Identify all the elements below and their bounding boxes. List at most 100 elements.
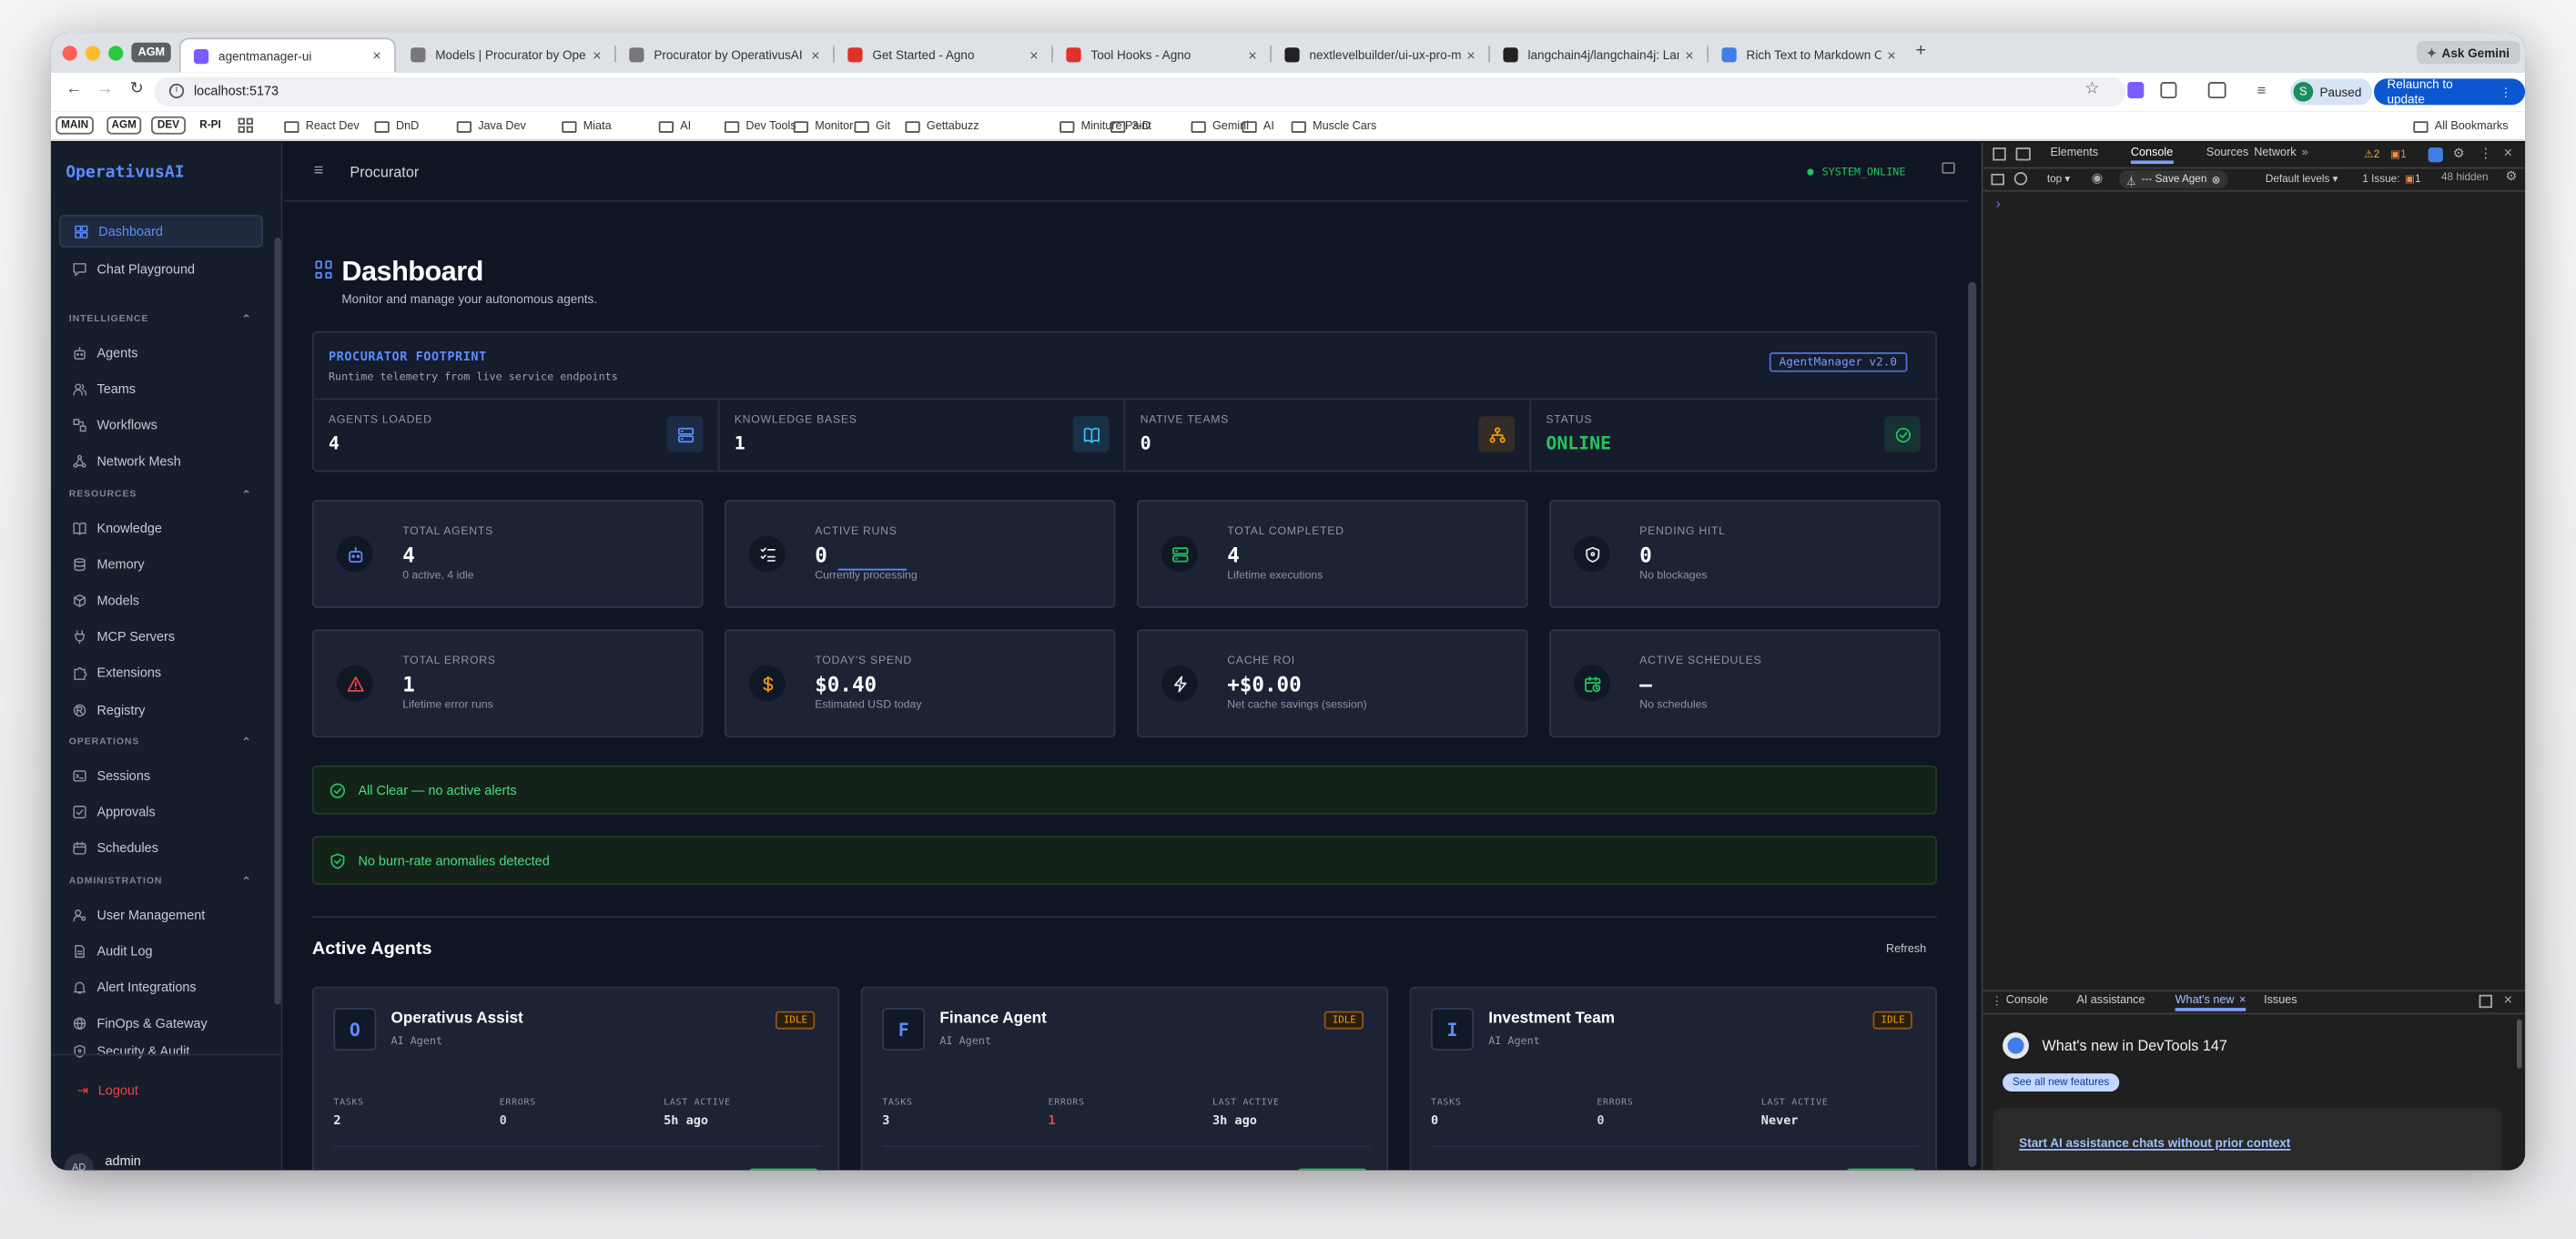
tab-close-icon[interactable]: × [811, 46, 820, 63]
bookmark-chip-r-pi[interactable]: R-PI [195, 116, 226, 135]
drawer-tab-ai-assistance[interactable]: AI assistance [2076, 995, 2145, 1007]
drawer-menu-icon[interactable]: ⋮ [1991, 995, 2003, 1009]
start-button[interactable]: Start [1846, 1168, 1916, 1171]
site-info-icon[interactable]: i [168, 83, 185, 99]
sidebar-item-teams[interactable]: Teams [59, 372, 263, 405]
tab-close-icon[interactable]: × [1685, 46, 1694, 63]
sidebar-item-network-mesh[interactable]: Network Mesh [59, 445, 263, 478]
tab-close-icon[interactable]: × [1029, 46, 1039, 63]
sidebar-item-registry[interactable]: Registry [59, 694, 263, 726]
dock-icon[interactable] [2479, 994, 2492, 1009]
forward-icon[interactable]: → [96, 80, 113, 98]
more-tabs-icon[interactable]: » [2302, 147, 2308, 159]
tab-1[interactable]: agentmanager-ui × [178, 37, 396, 73]
refresh-button[interactable]: Refresh [1886, 944, 1926, 956]
main-scrollbar[interactable] [1968, 281, 1977, 1167]
sidebar-item-finops-gateway[interactable]: FinOps & Gateway [59, 1007, 263, 1040]
console-prompt[interactable]: › [1996, 197, 2001, 211]
sidepanel-icon[interactable] [2207, 82, 2226, 99]
warnings-count[interactable]: ⚠ 2 [2364, 147, 2379, 161]
devtools-tab-sources[interactable]: Sources [2206, 147, 2248, 159]
levels-select[interactable]: Default levels ▾ [2266, 172, 2338, 186]
sidebar-item-approvals[interactable]: Approvals [59, 795, 263, 828]
bookmark-folder[interactable]: Monitor [793, 117, 853, 137]
sidebar-scrollbar[interactable] [274, 238, 281, 1005]
bookmark-folder[interactable]: Git [854, 117, 890, 137]
sidebar-item-user-management[interactable]: User Management [59, 899, 263, 931]
sidebar-item-knowledge[interactable]: Knowledge [59, 512, 263, 544]
clear-filter-icon[interactable]: ⊗ [2212, 173, 2221, 187]
extensions-puzzle-icon[interactable] [2160, 82, 2177, 99]
errors-count[interactable]: ▣ 1 [2390, 147, 2407, 161]
sidebar-item-security-audit[interactable]: Security & Audit [59, 1043, 263, 1059]
tab-2[interactable]: Models | Procurator by Operat × [398, 37, 614, 72]
chevron-up-icon[interactable]: ⌃ [241, 313, 252, 327]
bookmark-folder[interactable]: React Dev [284, 117, 360, 137]
bookmark-folder[interactable]: DnD [374, 117, 419, 137]
sidebar-toggle-icon[interactable] [1991, 173, 2004, 186]
issues-link[interactable]: 1 Issue: ▣ 1 [2362, 172, 2420, 186]
tab-8[interactable]: Rich Text to Markdown Conve × [1709, 37, 1909, 72]
bookmark-folder[interactable]: 3-D [1111, 117, 1151, 137]
clear-console-icon[interactable] [2013, 172, 2028, 186]
avatar[interactable]: AD [64, 1153, 94, 1171]
more-vert-icon[interactable]: ⋮ [2480, 146, 2492, 160]
tab-group-label[interactable]: AGM [131, 42, 172, 63]
apps-grid-icon[interactable] [238, 117, 253, 133]
sidebar-item-chat-playground[interactable]: Chat Playground [59, 252, 263, 285]
profile-button[interactable]: S Paused [2289, 78, 2373, 106]
panel-toggle-icon[interactable] [1942, 162, 1955, 174]
reload-icon[interactable]: ↻ [130, 80, 144, 98]
new-tab-button[interactable]: + [1915, 41, 1926, 61]
tab-close-icon[interactable]: × [593, 46, 602, 63]
console-settings-icon[interactable]: ⚙ [2505, 168, 2517, 183]
close-icon[interactable]: × [2239, 995, 2246, 1007]
context-select[interactable]: top ▾ [2047, 172, 2070, 186]
feature-link[interactable]: Start AI assistance chats without prior … [2019, 1136, 2290, 1151]
close-drawer-icon[interactable]: × [2504, 991, 2513, 1008]
device-toolbar-icon[interactable] [2015, 147, 2031, 161]
chevron-up-icon[interactable]: ⌃ [241, 488, 252, 502]
bookmark-folder[interactable]: AI [1242, 117, 1274, 137]
extension-icon[interactable] [2127, 82, 2145, 99]
sidebar-item-audit-log[interactable]: Audit Log [59, 934, 263, 967]
sidebar-item-workflows[interactable]: Workflows [59, 409, 263, 442]
drawer-tab-issues[interactable]: Issues [2264, 995, 2297, 1007]
bookmark-folder[interactable]: Dev Tools [724, 117, 796, 137]
chevron-up-icon[interactable]: ⌃ [241, 736, 252, 749]
ai-assist-icon[interactable] [2428, 147, 2443, 163]
bookmark-folder[interactable]: Gettabuzz [905, 117, 979, 137]
tab-close-icon[interactable]: × [372, 47, 381, 64]
tab-close-icon[interactable]: × [1466, 46, 1476, 63]
close-window-button[interactable] [62, 46, 77, 61]
sidebar-item-agents[interactable]: Agents [59, 336, 263, 369]
bookmark-chip-agm[interactable]: AGM [106, 116, 142, 135]
tab-6[interactable]: nextlevelbuilder/ui-ux-pro-m × [1272, 37, 1488, 72]
sidebar-item-sessions[interactable]: Sessions [59, 759, 263, 792]
bookmark-chip-dev[interactable]: DEV [151, 116, 186, 135]
tab-close-icon[interactable]: × [1887, 46, 1896, 63]
tab-4[interactable]: Get Started - Agno × [835, 37, 1051, 72]
logout-button[interactable]: ⇥ Logout [77, 1083, 138, 1098]
section-header-intelligence[interactable]: INTELLIGENCE ⌃ [69, 315, 251, 327]
see-all-button[interactable]: See all new features [2003, 1073, 2120, 1092]
start-button[interactable]: Start [749, 1168, 818, 1171]
bookmark-folder[interactable]: Miata [562, 117, 612, 137]
close-icon[interactable]: × [2504, 144, 2513, 160]
chevron-up-icon[interactable]: ⌃ [241, 875, 252, 889]
start-button[interactable]: Start [1297, 1168, 1367, 1171]
bookmark-folder[interactable]: Muscle Cars [1291, 117, 1376, 137]
section-header-administration[interactable]: ADMINISTRATION ⌃ [69, 877, 251, 889]
drawer-tab-what-s-new[interactable]: What's new × [2175, 995, 2246, 1011]
drawer-scrollbar[interactable] [2517, 1019, 2522, 1069]
bookmark-folder[interactable]: Gemini [1191, 117, 1249, 137]
settings-gear-icon[interactable]: ⚙ [2453, 146, 2465, 160]
filter-input[interactable]: ⏃ --- Save Agen ⊗ [2119, 170, 2227, 189]
address-bar[interactable]: i localhost:5173 ☆ [154, 76, 2126, 107]
sidebar-item-models[interactable]: Models [59, 584, 263, 617]
bookmark-folder[interactable]: Java Dev [456, 117, 526, 137]
tab-7[interactable]: langchain4j/langchain4j: Lan × [1490, 37, 1707, 72]
inspect-icon[interactable] [1993, 147, 2006, 161]
relaunch-button[interactable]: Relaunch to update ⋮ [2374, 77, 2526, 107]
tab-close-icon[interactable]: × [1248, 46, 1257, 63]
